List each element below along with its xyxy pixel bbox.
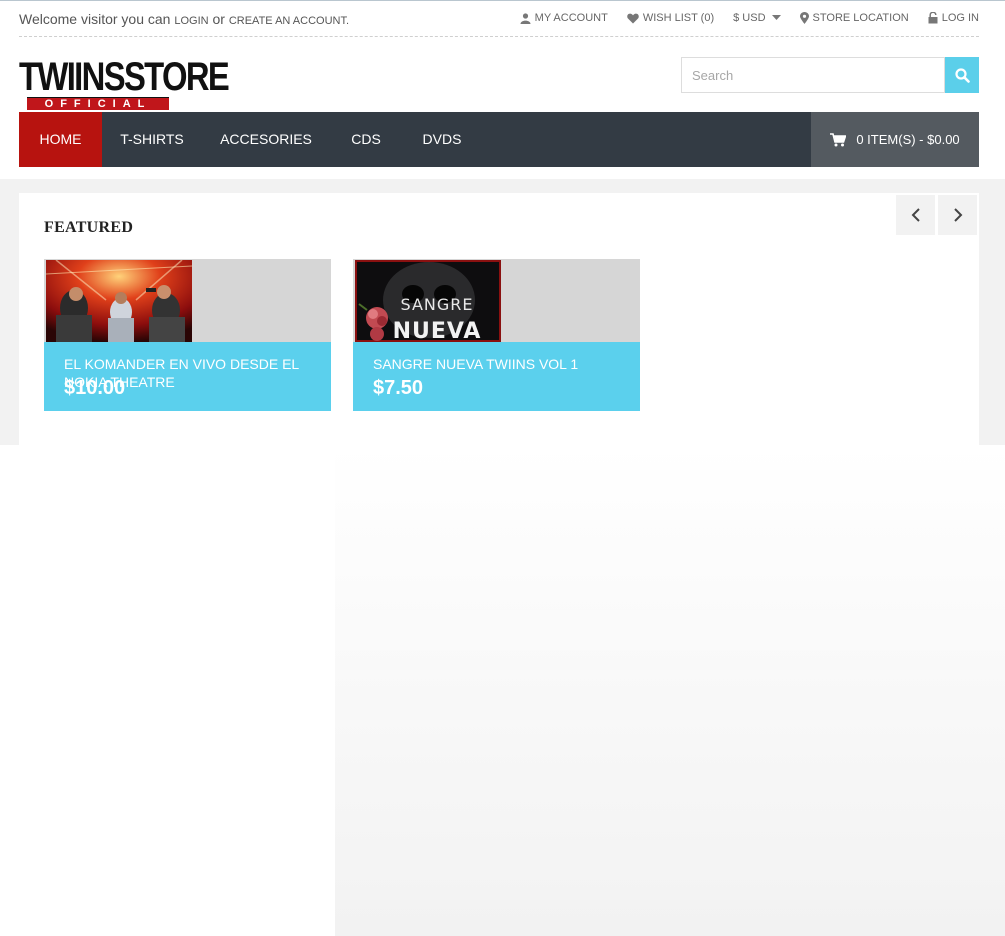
heart-icon <box>627 13 639 23</box>
top-links: MY ACCOUNT WISH LIST (0) $ USD STORE LOC… <box>501 12 979 24</box>
svg-text:SANGRE: SANGRE <box>401 295 474 314</box>
featured-title: FEATURED <box>44 219 134 236</box>
cart-label: 0 ITEM(S) - $0.00 <box>856 132 960 147</box>
currency-selector[interactable]: $ USD <box>733 12 781 24</box>
wishlist-link[interactable]: WISH LIST (0) <box>627 12 714 24</box>
my-account-label: MY ACCOUNT <box>534 12 608 24</box>
carousel-prev-button[interactable] <box>896 195 935 235</box>
store-logo[interactable]: TWIINSSTORE OFFICIAL <box>19 57 230 111</box>
search-box <box>681 57 979 93</box>
nav-item-t-shirts[interactable]: T-SHIRTS <box>102 112 202 167</box>
product-image[interactable]: SANGRE NUEVA <box>355 260 501 342</box>
featured-panel: FEATURED EL KOMANDER EN VIVO DESDE EL NO… <box>19 193 979 445</box>
svg-text:NUEVA: NUEVA <box>393 319 482 342</box>
welcome-text: Welcome visitor you can <box>19 11 171 27</box>
main-nav: HOME T-SHIRTS ACCESORIES CDS DVDS 0 ITEM… <box>19 112 979 167</box>
search-input[interactable] <box>681 57 945 93</box>
product-card[interactable]: EL KOMANDER EN VIVO DESDE EL NOKIA THEAT… <box>44 259 331 411</box>
product-price: $10.00 <box>64 377 126 399</box>
login-link[interactable]: login <box>174 15 208 27</box>
search-icon <box>954 67 970 83</box>
nav-item-home[interactable]: HOME <box>19 112 102 167</box>
carousel-next-button[interactable] <box>938 195 977 235</box>
chevron-right-icon <box>953 208 962 222</box>
currency-label: $ USD <box>733 12 766 24</box>
page-background <box>335 445 1005 936</box>
search-button[interactable] <box>945 57 979 93</box>
store-location-label: STORE LOCATION <box>812 12 909 24</box>
logo-main-text: TWIINSSTORE <box>19 55 230 99</box>
nav-item-dvds[interactable]: DVDS <box>402 112 482 167</box>
nav-item-cds[interactable]: CDS <box>330 112 402 167</box>
product-card[interactable]: SANGRE NUEVA SANGRE NUEVA TWIINS VOL 1 $… <box>353 259 640 411</box>
wishlist-label: WISH LIST (0) <box>642 12 715 24</box>
caret-down-icon <box>771 15 781 20</box>
login-right-link[interactable]: LOG IN <box>928 12 979 24</box>
product-info: EL KOMANDER EN VIVO DESDE EL NOKIA THEAT… <box>44 342 331 411</box>
unlock-icon <box>928 12 938 24</box>
product-info: SANGRE NUEVA TWIINS VOL 1 $7.50 <box>353 342 640 411</box>
product-name[interactable]: SANGRE NUEVA TWIINS VOL 1 <box>373 355 638 373</box>
product-image[interactable] <box>46 260 192 342</box>
my-account-link[interactable]: MY ACCOUNT <box>520 12 608 24</box>
nav-item-accesories[interactable]: ACCESORIES <box>202 112 330 167</box>
welcome-message: Welcome visitor you can login or create … <box>19 11 349 27</box>
create-account-link[interactable]: create an account. <box>229 15 349 27</box>
cart-icon <box>830 132 847 146</box>
map-marker-icon <box>799 12 809 24</box>
chevron-left-icon <box>911 208 920 222</box>
or-text: or <box>212 11 225 27</box>
product-price: $7.50 <box>373 377 424 399</box>
logo-sub-text: OFFICIAL <box>27 97 169 110</box>
login-right-label: LOG IN <box>941 12 979 24</box>
user-icon <box>520 12 531 24</box>
store-location-link[interactable]: STORE LOCATION <box>799 12 909 24</box>
top-bar: Welcome visitor you can login or create … <box>19 1 979 37</box>
cart-button[interactable]: 0 ITEM(S) - $0.00 <box>811 112 979 167</box>
